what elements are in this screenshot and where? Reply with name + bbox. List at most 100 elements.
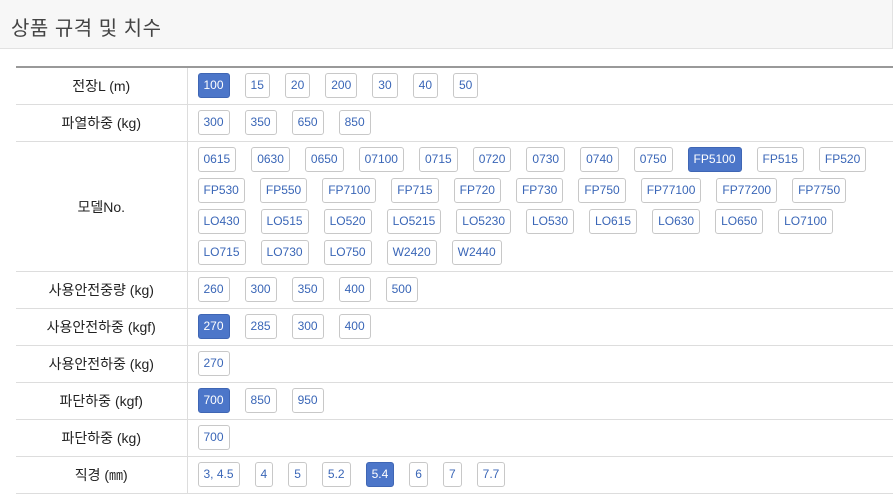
option-button-350[interactable]: 350: [291, 277, 324, 302]
option-button-300[interactable]: 300: [244, 277, 277, 302]
spec-label: 파단하중 (kgf): [16, 382, 188, 420]
option-button-w2440[interactable]: W2440: [451, 240, 502, 265]
option-button-lo5230[interactable]: LO5230: [456, 209, 511, 234]
spec-label: 사용안전하중 (kgf): [16, 308, 188, 346]
option-button-30[interactable]: 30: [372, 73, 398, 98]
spec-row: 사용안전하중 (kg) 270: [16, 345, 893, 383]
option-button-40[interactable]: 40: [412, 73, 438, 98]
spec-options: 260 300 350 400 500: [187, 271, 893, 309]
option-button-lo730[interactable]: LO730: [260, 240, 309, 265]
option-button-700[interactable]: 700: [197, 425, 230, 450]
option-button-lo7100[interactable]: LO7100: [778, 209, 833, 234]
option-button-0650[interactable]: 0650: [304, 147, 344, 172]
option-button-fp715[interactable]: FP715: [391, 178, 439, 203]
spec-row: 사용안전하중 (kgf) 270 285 300 400: [16, 308, 893, 346]
option-button-0715[interactable]: 0715: [418, 147, 458, 172]
spec-row: 전장L (m) 100 15 20 200 30 40 50: [16, 67, 893, 105]
option-button-fp550[interactable]: FP550: [259, 178, 308, 203]
option-button-5-2[interactable]: 5.2: [321, 462, 351, 487]
option-group: 270: [197, 351, 893, 376]
option-button-500[interactable]: 500: [385, 277, 418, 302]
spec-options: 0615 0630 0650 07100 0715 0720 0730 0740 0750 FP5…: [187, 141, 893, 272]
option-button-lo430[interactable]: LO430: [197, 209, 246, 234]
spec-label: 사용안전하중 (kg): [16, 345, 188, 383]
option-button-650[interactable]: 650: [291, 110, 324, 135]
option-button-0720[interactable]: 0720: [472, 147, 512, 172]
spec-row: 파단하중 (kgf) 700 850 950: [16, 382, 893, 420]
option-button-fp77200[interactable]: FP77200: [716, 178, 778, 203]
spec-options: 100 15 20 200 30 40 50: [187, 67, 893, 105]
option-button-7-7[interactable]: 7.7: [476, 462, 506, 487]
option-button-fp7100[interactable]: FP7100: [322, 178, 377, 203]
option-button-3-4-5[interactable]: 3, 4.5: [197, 462, 240, 487]
spec-options: 700 850 950: [187, 382, 893, 420]
option-button-0750[interactable]: 0750: [633, 147, 673, 172]
option-button-260[interactable]: 260: [197, 277, 230, 302]
option-button-0615[interactable]: 0615: [197, 147, 237, 172]
option-button-350[interactable]: 350: [244, 110, 277, 135]
spec-options: 700: [187, 419, 893, 457]
option-button-fp730[interactable]: FP730: [515, 178, 564, 203]
page-title: 상품 규격 및 치수: [11, 18, 162, 40]
option-button-20[interactable]: 20: [284, 73, 311, 98]
option-button-fp520[interactable]: FP520: [818, 147, 867, 172]
option-button-270[interactable]: 270: [197, 351, 230, 376]
option-button-5-4[interactable]: 5.4: [365, 462, 395, 487]
option-button-300[interactable]: 300: [291, 314, 324, 339]
option-button-285[interactable]: 285: [244, 314, 277, 339]
option-button-07100[interactable]: 07100: [358, 147, 404, 172]
option-button-400[interactable]: 400: [338, 277, 371, 302]
option-button-fp515[interactable]: FP515: [756, 147, 804, 172]
option-button-lo5215[interactable]: LO5215: [386, 209, 442, 234]
option-button-fp750[interactable]: FP750: [578, 178, 626, 203]
option-button-lo750[interactable]: LO750: [323, 240, 372, 265]
option-button-lo650[interactable]: LO650: [715, 209, 764, 234]
option-button-5[interactable]: 5: [288, 462, 307, 487]
option-button-850[interactable]: 850: [338, 110, 371, 135]
option-button-lo715[interactable]: LO715: [197, 240, 246, 265]
option-button-4[interactable]: 4: [254, 462, 274, 487]
spec-label: 직경 (㎜): [16, 456, 188, 494]
option-button-fp77100[interactable]: FP77100: [640, 178, 702, 203]
option-button-15[interactable]: 15: [244, 73, 270, 98]
option-button-fp530[interactable]: FP530: [197, 178, 245, 203]
option-button-lo520[interactable]: LO520: [323, 209, 372, 234]
option-group: 100 15 20 200 30 40 50: [197, 73, 893, 98]
spec-row: 파열하중 (kg) 300 350 650 850: [16, 104, 893, 142]
option-button-950[interactable]: 950: [291, 388, 324, 413]
option-group: 700: [197, 425, 893, 450]
option-button-300[interactable]: 300: [197, 110, 230, 135]
option-button-400[interactable]: 400: [338, 314, 371, 339]
spec-label: 사용안전중량 (kg): [16, 271, 188, 309]
option-button-850[interactable]: 850: [244, 388, 277, 413]
option-button-0630[interactable]: 0630: [251, 147, 290, 172]
option-button-7[interactable]: 7: [442, 462, 462, 487]
option-button-lo615[interactable]: LO615: [589, 209, 638, 234]
option-group: 3, 4.5 4 5 5.2 5.4 6 7 7.7: [197, 462, 893, 487]
spec-row: 모델No. 0615 0630 0650 07100 0715 0720 0730 0740 07…: [16, 141, 893, 272]
option-button-fp720[interactable]: FP720: [453, 178, 501, 203]
option-group: 0615 0630 0650 07100 0715 0720 0730 0740 0750 FP5…: [197, 147, 893, 265]
option-button-700[interactable]: 700: [197, 388, 230, 413]
spec-options: 300 350 650 850: [187, 104, 893, 142]
spec-label: 모델No.: [16, 141, 188, 272]
option-button-lo530[interactable]: LO530: [526, 209, 575, 234]
option-button-50[interactable]: 50: [453, 73, 479, 98]
spec-options: 270 285 300 400: [187, 308, 893, 346]
option-button-lo630[interactable]: LO630: [652, 209, 701, 234]
option-button-270[interactable]: 270: [197, 314, 230, 339]
spec-options: 3, 4.5 4 5 5.2 5.4 6 7 7.7: [187, 456, 893, 494]
option-button-6[interactable]: 6: [409, 462, 428, 487]
option-group: 260 300 350 400 500: [197, 277, 893, 302]
option-button-fp7750[interactable]: FP7750: [792, 178, 847, 203]
option-group: 300 350 650 850: [197, 110, 893, 135]
option-group: 700 850 950: [197, 388, 893, 413]
option-button-100[interactable]: 100: [197, 73, 230, 98]
option-button-w2420[interactable]: W2420: [386, 240, 437, 265]
option-button-lo515[interactable]: LO515: [260, 209, 309, 234]
option-button-0740[interactable]: 0740: [580, 147, 619, 172]
option-group: 270 285 300 400: [197, 314, 893, 339]
option-button-fp5100[interactable]: FP5100: [687, 147, 742, 172]
option-button-200[interactable]: 200: [325, 73, 358, 98]
option-button-0730[interactable]: 0730: [526, 147, 566, 172]
